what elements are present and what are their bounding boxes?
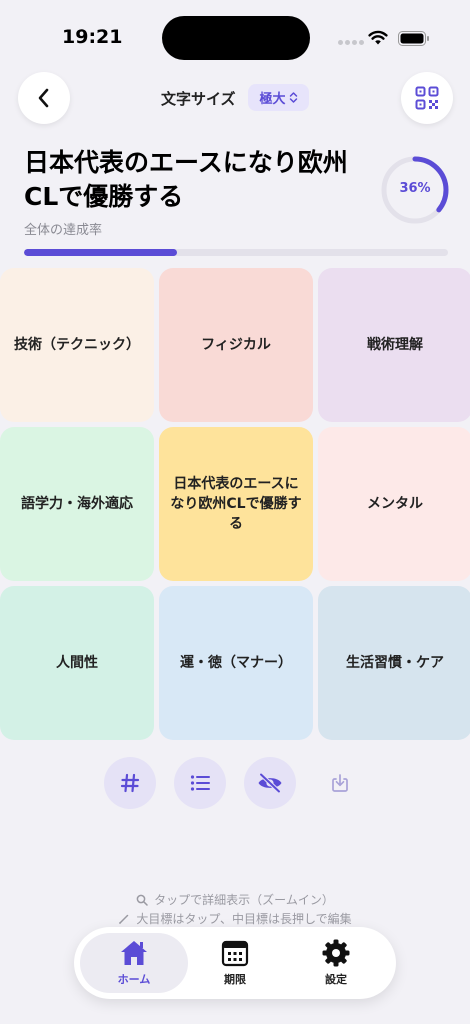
cellular-signal-icon <box>338 40 364 46</box>
font-size-select[interactable]: 極大 <box>248 84 309 111</box>
tab-home-label: ホーム <box>117 973 151 986</box>
grid-cell-luck-manners[interactable]: 運・徳（マナー） <box>159 586 313 740</box>
tab-deadline-label: 期限 <box>224 973 246 986</box>
home-icon <box>121 941 147 965</box>
hash-button[interactable] <box>104 757 156 809</box>
battery-icon <box>398 31 429 46</box>
pencil-icon <box>119 914 129 924</box>
progress-percent: 36% <box>399 181 431 196</box>
list-icon <box>190 775 210 791</box>
grid-cell-main-goal[interactable]: 日本代表のエースになり欧州CLで優勝する <box>159 427 313 581</box>
back-button[interactable] <box>18 72 70 124</box>
tab-settings[interactable]: 設定 <box>282 933 390 993</box>
magnifier-icon <box>136 894 148 906</box>
gear-icon <box>322 939 350 967</box>
progress-bar-fill <box>24 249 177 256</box>
grid-cell-language[interactable]: 語学力・海外適応 <box>0 427 154 581</box>
export-button[interactable] <box>314 757 366 809</box>
tab-deadline[interactable]: 期限 <box>181 933 289 993</box>
chevron-up-down-icon <box>289 92 297 103</box>
qr-code-icon <box>415 86 439 110</box>
dynamic-island <box>162 16 310 60</box>
grid-cell-character[interactable]: 人間性 <box>0 586 154 740</box>
eye-slash-icon <box>258 773 282 793</box>
grid-cell-physical[interactable]: フィジカル <box>159 268 313 422</box>
grid-cell-mental[interactable]: メンタル <box>318 427 470 581</box>
status-time: 19:21 <box>62 26 123 48</box>
font-size-label: 文字サイズ <box>161 90 236 108</box>
wifi-icon <box>368 30 388 45</box>
progress-bar <box>24 249 448 256</box>
tap-hint: タップで詳細表示（ズームイン） <box>0 891 470 908</box>
tab-bar: ホーム 期限 設定 <box>74 927 396 999</box>
grid-cell-technique[interactable]: 技術（テクニック） <box>0 268 154 422</box>
qr-code-button[interactable] <box>401 72 453 124</box>
tap-hint-text: タップで詳細表示（ズームイン） <box>154 893 334 907</box>
mandala-grid: 技術（テクニック） フィジカル 戦術理解 語学力・海外適応 日本代表のエースにな… <box>0 268 470 740</box>
hide-button[interactable] <box>244 757 296 809</box>
hash-icon <box>120 773 140 793</box>
status-bar: 19:21 <box>0 0 470 70</box>
tab-settings-label: 設定 <box>325 973 347 986</box>
chevron-left-icon <box>38 88 49 108</box>
font-size-value: 極大 <box>259 92 286 107</box>
list-button[interactable] <box>174 757 226 809</box>
grid-cell-tactics[interactable]: 戦術理解 <box>318 268 470 422</box>
achievement-rate-label: 全体の達成率 <box>24 223 103 238</box>
calendar-icon <box>221 940 249 967</box>
edit-hint-text: 大目標はタップ、中目標は長押しで編集 <box>136 912 352 926</box>
download-icon <box>332 774 348 792</box>
edit-hint: 大目標はタップ、中目標は長押しで編集 <box>0 910 470 927</box>
goal-title[interactable]: 日本代表のエースになり欧州CLで優勝する <box>24 146 376 214</box>
grid-cell-lifestyle[interactable]: 生活習慣・ケア <box>318 586 470 740</box>
tab-home[interactable]: ホーム <box>80 933 188 993</box>
